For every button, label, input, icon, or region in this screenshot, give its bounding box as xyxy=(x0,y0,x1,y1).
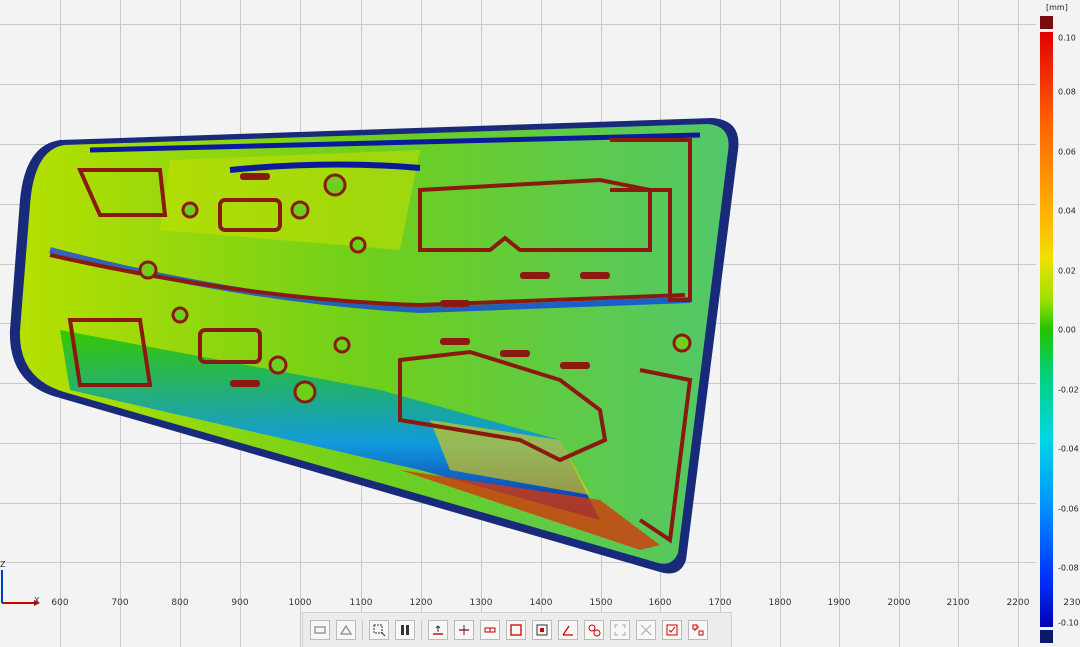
x-tick-label: 900 xyxy=(231,598,249,608)
x-tick-label: 600 xyxy=(51,598,69,608)
scale-label: -0.04 xyxy=(1058,444,1079,454)
x-tick-label: 1000 xyxy=(288,598,312,608)
x-tick-label: 2100 xyxy=(946,598,970,608)
scale-label: 0.10 xyxy=(1058,33,1076,43)
x-tick-label: 1100 xyxy=(349,598,373,608)
report-icon[interactable] xyxy=(688,620,708,640)
align-up-icon[interactable] xyxy=(428,620,448,640)
measure-icon[interactable] xyxy=(480,620,500,640)
scale-label: -0.08 xyxy=(1058,563,1079,573)
rectangle-icon[interactable] xyxy=(506,620,526,640)
scale-under-swatch xyxy=(1040,630,1053,643)
x-tick-label: 1600 xyxy=(648,598,672,608)
align-mid-icon[interactable] xyxy=(454,620,474,640)
scale-label: 0.00 xyxy=(1058,325,1076,335)
x-tick-label: 700 xyxy=(111,598,129,608)
frame-icon[interactable] xyxy=(636,620,656,640)
section-icon[interactable] xyxy=(395,620,415,640)
x-tick-label: 1900 xyxy=(827,598,851,608)
scale-label: 0.04 xyxy=(1058,206,1076,216)
deviation-color-map[interactable] xyxy=(0,0,1036,647)
scale-label: -0.06 xyxy=(1058,504,1079,514)
color-scale-legend: [mm] 0.10 0.08 0.06 0.04 0.02 0.00 -0.02… xyxy=(1036,0,1080,647)
angle-icon[interactable] xyxy=(558,620,578,640)
fit-icon[interactable] xyxy=(610,620,630,640)
scale-gradient-bar xyxy=(1040,32,1053,627)
check-icon[interactable] xyxy=(662,620,682,640)
view-front-icon[interactable] xyxy=(310,620,330,640)
scale-label: -0.10 xyxy=(1058,618,1079,628)
z-axis-label: Z xyxy=(0,560,6,569)
3d-viewport[interactable]: 600 700 800 900 1000 1100 1200 1300 1400… xyxy=(0,0,1080,647)
view-iso-icon[interactable] xyxy=(336,620,356,640)
x-axis-label: X xyxy=(34,596,40,605)
view-toolbar xyxy=(302,612,732,647)
circle-link-icon[interactable] xyxy=(584,620,604,640)
x-tick-label: 800 xyxy=(171,598,189,608)
x-tick-label: 2000 xyxy=(887,598,911,608)
x-tick-label: 2200 xyxy=(1006,598,1030,608)
scale-label: -0.02 xyxy=(1058,385,1079,395)
x-tick-label: 1700 xyxy=(708,598,732,608)
x-tick-label: 1300 xyxy=(469,598,493,608)
scale-label: 0.08 xyxy=(1058,87,1076,97)
zoom-region-icon[interactable] xyxy=(532,620,552,640)
x-tick-label: 1200 xyxy=(409,598,433,608)
scale-label: 0.06 xyxy=(1058,147,1076,157)
toolbar-separator xyxy=(421,620,422,640)
x-tick-label: 1500 xyxy=(589,598,613,608)
x-tick-label: 1400 xyxy=(529,598,553,608)
toolbar-separator xyxy=(362,620,363,640)
axis-triad: X Z xyxy=(0,560,40,614)
scale-unit: [mm] xyxy=(1046,3,1068,12)
select-box-icon[interactable] xyxy=(369,620,389,640)
x-tick-label: 1800 xyxy=(768,598,792,608)
scale-over-swatch xyxy=(1040,16,1053,29)
scale-label: 0.02 xyxy=(1058,266,1076,276)
